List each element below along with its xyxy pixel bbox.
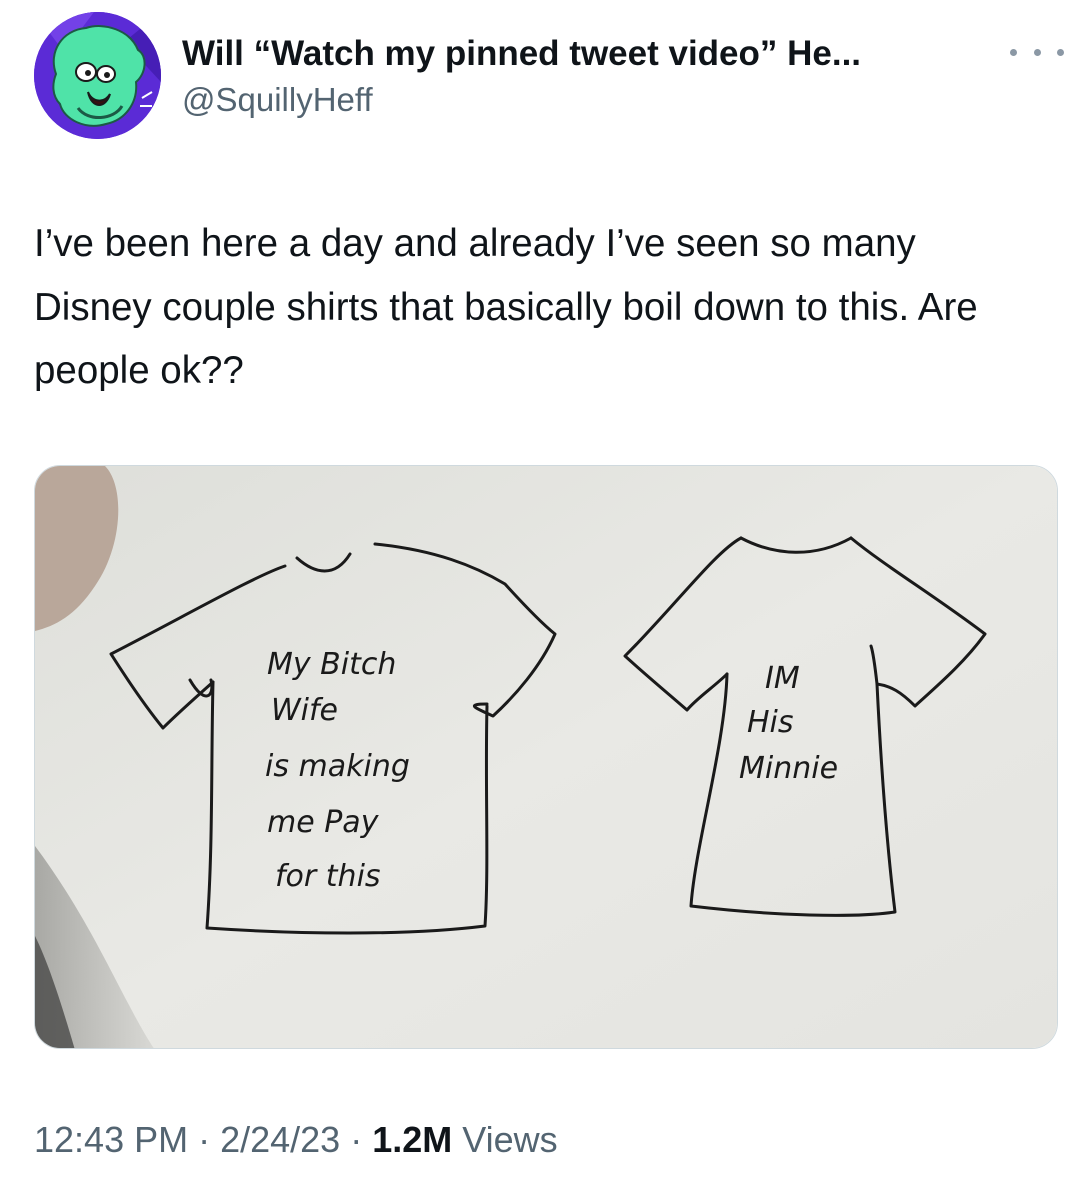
separator: · (340, 1119, 373, 1160)
tweet-time[interactable]: 12:43 PM (34, 1119, 188, 1160)
tweet-text: I’ve been here a day and already I’ve se… (34, 222, 978, 392)
svg-text:Minnie: Minnie (739, 751, 838, 786)
tweet-meta: 12:43 PM · 2/24/23 · 1.2M Views (34, 1116, 558, 1164)
svg-text:me Pay: me Pay (267, 805, 380, 840)
tweet-card: Will “Watch my pinned tweet video” He...… (0, 0, 1091, 1200)
svg-text:Wife: Wife (271, 693, 338, 728)
separator: · (188, 1119, 221, 1160)
tweet-photo[interactable]: My Bitch Wife is making me Pay for this … (34, 465, 1058, 1049)
user-info: Will “Watch my pinned tweet video” He...… (182, 32, 1002, 122)
dot-icon (1057, 48, 1064, 56)
svg-text:My Bitch: My Bitch (267, 647, 396, 682)
tweet-header: Will “Watch my pinned tweet video” He...… (34, 12, 1064, 142)
cartoon-avatar-icon[interactable] (34, 12, 161, 139)
svg-text:for this: for this (275, 859, 381, 894)
tweet-date[interactable]: 2/24/23 (220, 1119, 340, 1160)
views-count[interactable]: 1.2M (372, 1119, 452, 1160)
svg-text:His: His (747, 705, 794, 740)
author-display-name[interactable]: Will “Watch my pinned tweet video” He... (182, 32, 1002, 76)
views-label[interactable]: Views (462, 1119, 557, 1160)
dot-icon (1033, 48, 1041, 56)
svg-text:is making: is making (265, 749, 410, 784)
more-options-icon[interactable] (1010, 40, 1064, 64)
svg-text:IM: IM (765, 661, 800, 696)
dot-icon (1010, 48, 1017, 56)
author-handle[interactable]: @SquillyHeff (182, 78, 1002, 122)
